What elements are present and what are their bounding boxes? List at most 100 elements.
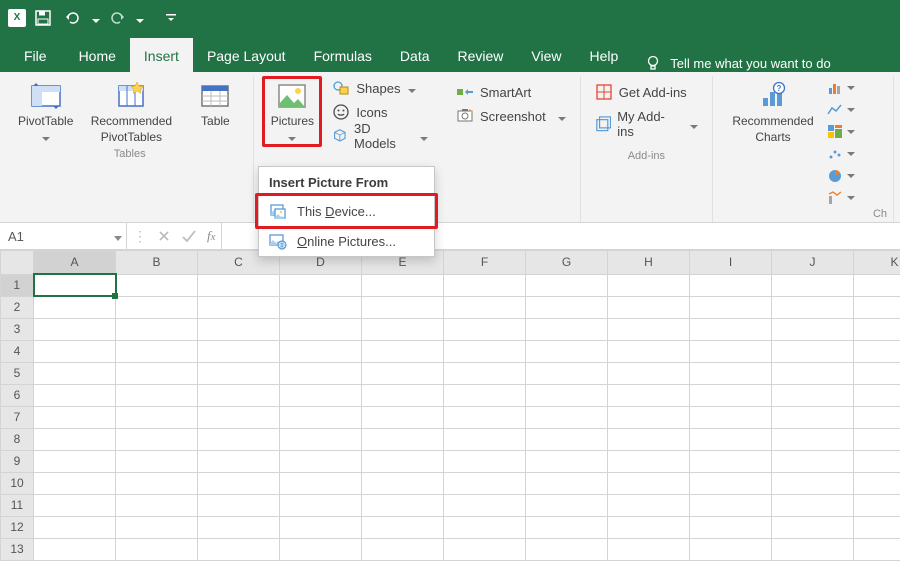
col-header-I[interactable]: I: [690, 251, 772, 275]
cell-I11[interactable]: [690, 494, 772, 516]
cell-K4[interactable]: [854, 340, 900, 362]
cell-I5[interactable]: [690, 362, 772, 384]
cell-D5[interactable]: [280, 362, 362, 384]
cell-E1[interactable]: [362, 274, 444, 296]
cell-I9[interactable]: [690, 450, 772, 472]
cell-G9[interactable]: [526, 450, 608, 472]
cell-K3[interactable]: [854, 318, 900, 340]
col-header-J[interactable]: J: [772, 251, 854, 275]
select-all-corner[interactable]: [1, 251, 34, 275]
name-box[interactable]: A1: [0, 223, 127, 249]
cell-J12[interactable]: [772, 516, 854, 538]
cell-A7[interactable]: [34, 406, 116, 428]
cell-B2[interactable]: [116, 296, 198, 318]
qat-customize[interactable]: [158, 5, 184, 31]
cell-I2[interactable]: [690, 296, 772, 318]
undo-button[interactable]: [60, 5, 86, 31]
cell-C13[interactable]: [198, 538, 280, 560]
cell-J10[interactable]: [772, 472, 854, 494]
cell-B9[interactable]: [116, 450, 198, 472]
line-chart-button[interactable]: [827, 102, 855, 118]
cancel-icon[interactable]: [157, 229, 171, 243]
cell-E5[interactable]: [362, 362, 444, 384]
cell-A8[interactable]: [34, 428, 116, 450]
more-charts-button[interactable]: [827, 190, 855, 206]
cell-G11[interactable]: [526, 494, 608, 516]
cell-A6[interactable]: [34, 384, 116, 406]
cell-E13[interactable]: [362, 538, 444, 560]
cell-A13[interactable]: [34, 538, 116, 560]
cell-G4[interactable]: [526, 340, 608, 362]
cell-E7[interactable]: [362, 406, 444, 428]
hierarchy-chart-button[interactable]: [827, 124, 855, 140]
cell-G3[interactable]: [526, 318, 608, 340]
cell-G13[interactable]: [526, 538, 608, 560]
col-header-G[interactable]: G: [526, 251, 608, 275]
cell-F13[interactable]: [444, 538, 526, 560]
cell-D12[interactable]: [280, 516, 362, 538]
cell-I1[interactable]: [690, 274, 772, 296]
cell-G1[interactable]: [526, 274, 608, 296]
cell-H5[interactable]: [608, 362, 690, 384]
tab-data[interactable]: Data: [386, 38, 444, 72]
row-header-4[interactable]: 4: [1, 340, 34, 362]
pictures-button[interactable]: Pictures: [262, 76, 322, 147]
cell-I10[interactable]: [690, 472, 772, 494]
cell-J7[interactable]: [772, 406, 854, 428]
cell-J9[interactable]: [772, 450, 854, 472]
cell-E11[interactable]: [362, 494, 444, 516]
scatter-chart-button[interactable]: [827, 146, 855, 162]
cell-F3[interactable]: [444, 318, 526, 340]
cell-K6[interactable]: [854, 384, 900, 406]
cell-F4[interactable]: [444, 340, 526, 362]
cell-J11[interactable]: [772, 494, 854, 516]
cell-J5[interactable]: [772, 362, 854, 384]
row-header-7[interactable]: 7: [1, 406, 34, 428]
fbar-more-icon[interactable]: ⋮: [133, 228, 147, 245]
my-addins-button[interactable]: My Add-ins: [589, 112, 704, 136]
cell-G6[interactable]: [526, 384, 608, 406]
worksheet-grid[interactable]: A B C D E F G H I J K 12345678910111213: [0, 250, 900, 561]
row-header-10[interactable]: 10: [1, 472, 34, 494]
pie-chart-button[interactable]: [827, 168, 855, 184]
cell-I8[interactable]: [690, 428, 772, 450]
cell-K7[interactable]: [854, 406, 900, 428]
cell-K13[interactable]: [854, 538, 900, 560]
cell-C11[interactable]: [198, 494, 280, 516]
cell-H13[interactable]: [608, 538, 690, 560]
col-header-K[interactable]: K: [854, 251, 900, 275]
cell-F5[interactable]: [444, 362, 526, 384]
cell-D8[interactable]: [280, 428, 362, 450]
cell-C12[interactable]: [198, 516, 280, 538]
row-header-8[interactable]: 8: [1, 428, 34, 450]
smartart-button[interactable]: SmartArt: [450, 80, 572, 104]
cell-C10[interactable]: [198, 472, 280, 494]
cell-E10[interactable]: [362, 472, 444, 494]
cell-B10[interactable]: [116, 472, 198, 494]
cell-B13[interactable]: [116, 538, 198, 560]
cell-J8[interactable]: [772, 428, 854, 450]
cell-C1[interactable]: [198, 274, 280, 296]
cell-K9[interactable]: [854, 450, 900, 472]
cell-E6[interactable]: [362, 384, 444, 406]
cell-A10[interactable]: [34, 472, 116, 494]
cell-B12[interactable]: [116, 516, 198, 538]
cell-F12[interactable]: [444, 516, 526, 538]
cell-F11[interactable]: [444, 494, 526, 516]
row-header-3[interactable]: 3: [1, 318, 34, 340]
cell-G7[interactable]: [526, 406, 608, 428]
get-addins-button[interactable]: Get Add-ins: [589, 80, 704, 104]
cell-F7[interactable]: [444, 406, 526, 428]
cell-K8[interactable]: [854, 428, 900, 450]
cell-A9[interactable]: [34, 450, 116, 472]
cell-C4[interactable]: [198, 340, 280, 362]
cell-B5[interactable]: [116, 362, 198, 384]
cell-H6[interactable]: [608, 384, 690, 406]
cell-C7[interactable]: [198, 406, 280, 428]
pivottable-button[interactable]: PivotTable: [14, 76, 77, 146]
cell-B1[interactable]: [116, 274, 198, 296]
menu-this-device[interactable]: This Device...: [259, 196, 434, 226]
col-header-A[interactable]: A: [34, 251, 116, 275]
shapes-button[interactable]: Shapes: [326, 76, 434, 100]
cell-G8[interactable]: [526, 428, 608, 450]
